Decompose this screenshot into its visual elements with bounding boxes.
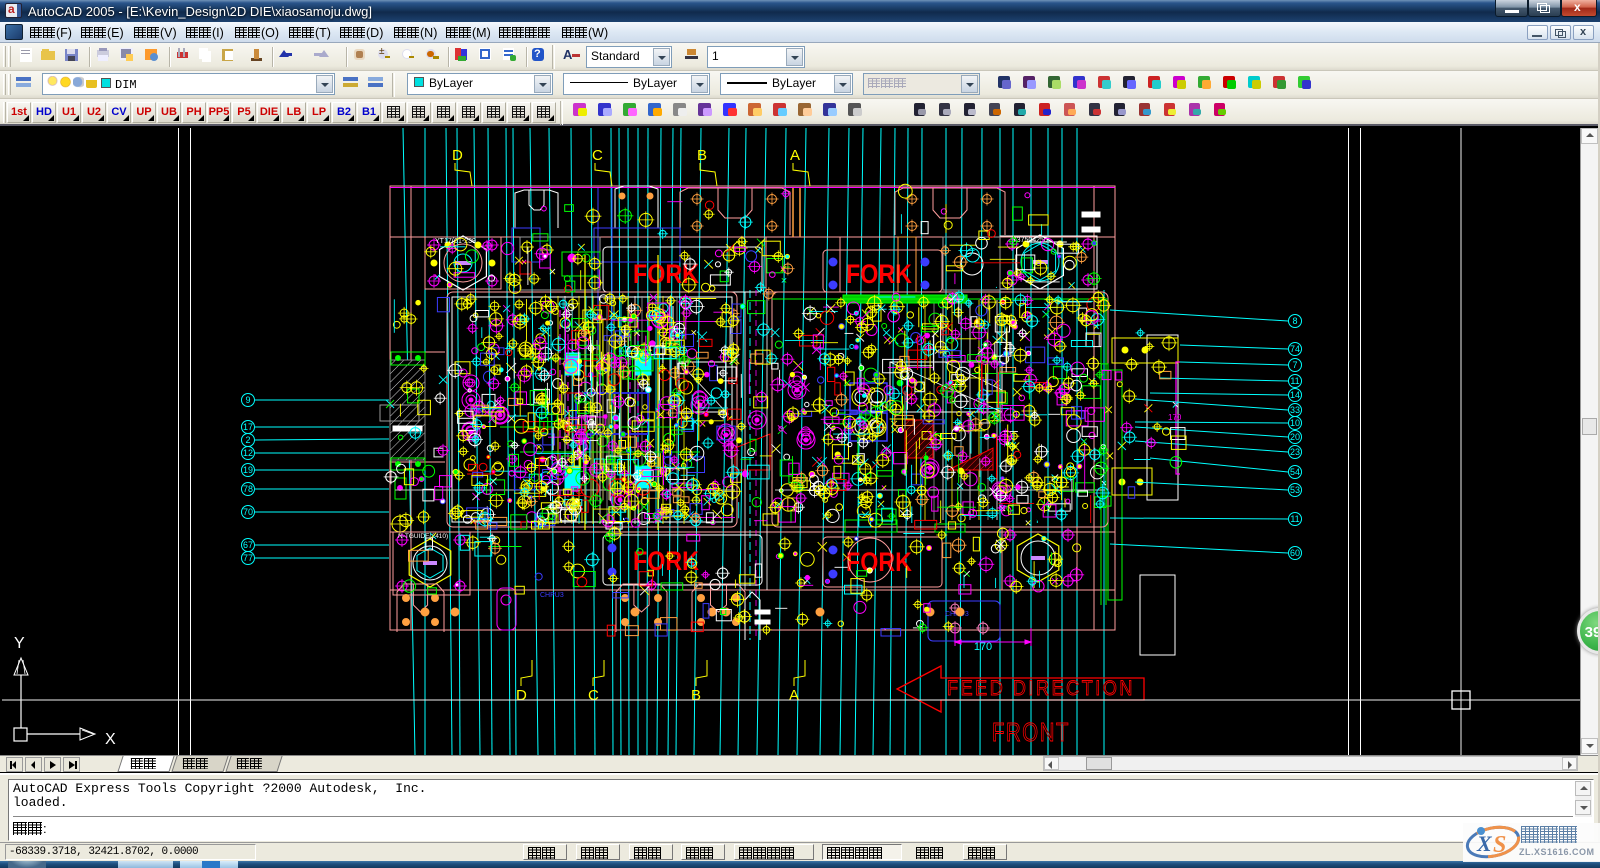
svg-text:X: X <box>1476 831 1493 856</box>
svg-text:S: S <box>1493 832 1506 858</box>
svg-text:C: C <box>588 687 599 704</box>
svg-text:67: 67 <box>243 540 253 550</box>
svg-text:10: 10 <box>1290 418 1300 428</box>
svg-text:FORK: FORK <box>846 259 912 289</box>
svg-text:D: D <box>516 687 527 704</box>
svg-text:11: 11 <box>1290 514 1299 524</box>
svg-text:54: 54 <box>1290 467 1300 477</box>
svg-text:170: 170 <box>1168 413 1182 422</box>
svg-text:170: 170 <box>974 641 992 653</box>
svg-text:8: 8 <box>1292 316 1297 326</box>
svg-text:FORK: FORK <box>846 547 912 577</box>
svg-text:74: 74 <box>1290 344 1300 354</box>
svg-text:CHPU3: CHPU3 <box>540 592 564 599</box>
svg-text:9: 9 <box>245 395 250 405</box>
svg-text:YT17(61-239: YT17(61-239 <box>435 238 476 245</box>
svg-text:A: A <box>789 687 799 704</box>
svg-text:FRONT: FRONT <box>992 717 1070 747</box>
svg-text:D: D <box>452 147 463 164</box>
svg-text:Y: Y <box>14 635 25 652</box>
svg-text:17: 17 <box>243 422 253 432</box>
svg-text:78: 78 <box>243 484 253 494</box>
svg-text:11: 11 <box>1290 376 1299 386</box>
svg-text:12: 12 <box>243 448 253 458</box>
svg-text:60: 60 <box>1290 548 1300 558</box>
svg-text:33: 33 <box>1290 405 1300 415</box>
svg-text:C: C <box>592 147 603 164</box>
svg-text:2: 2 <box>245 435 250 445</box>
svg-text:A: A <box>790 147 800 164</box>
svg-text:20: 20 <box>1290 432 1300 442</box>
svg-text:X: X <box>105 731 116 748</box>
svg-text:70: 70 <box>243 507 253 517</box>
svg-text:B: B <box>691 687 701 704</box>
svg-text:53: 53 <box>1290 485 1300 495</box>
svg-text:7: 7 <box>1292 360 1297 370</box>
svg-text:77: 77 <box>243 553 253 563</box>
svg-text:23: 23 <box>1290 447 1300 457</box>
svg-text:N-TGUIDE(2410): N-TGUIDE(2410) <box>398 533 448 540</box>
svg-text:19: 19 <box>243 465 253 475</box>
svg-text:14: 14 <box>1290 390 1300 400</box>
svg-text:FEED DIRECTION: FEED DIRECTION <box>947 677 1135 700</box>
svg-text:B: B <box>697 147 707 164</box>
